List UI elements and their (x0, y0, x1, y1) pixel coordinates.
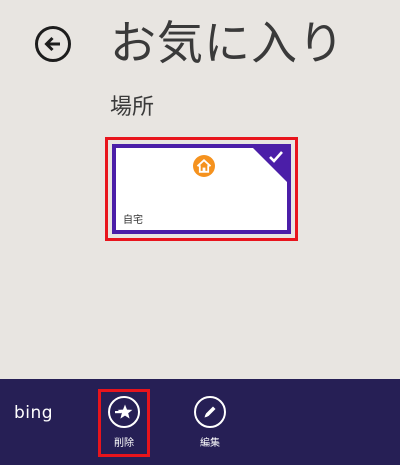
home-icon (193, 155, 215, 177)
delete-button[interactable]: 削除 (96, 396, 152, 456)
edit-circle (194, 396, 226, 428)
arrow-left-icon (44, 36, 60, 52)
pencil-icon (204, 406, 216, 418)
tile-label: 自宅 (123, 215, 143, 226)
app-bar: bing 削除 編集 (0, 379, 400, 465)
page-title: お気に入り (110, 16, 345, 70)
edit-button[interactable]: 編集 (182, 396, 238, 456)
delete-circle (108, 396, 140, 428)
delete-label: 削除 (114, 438, 134, 449)
back-button[interactable] (35, 26, 71, 62)
favorite-place-tile[interactable]: 自宅 (112, 144, 291, 234)
favorite-remove-icon (115, 404, 133, 419)
edit-label: 編集 (200, 438, 220, 449)
checkmark-icon (269, 151, 283, 163)
section-title: 場所 (110, 95, 155, 120)
bing-logo: bing (14, 403, 54, 423)
